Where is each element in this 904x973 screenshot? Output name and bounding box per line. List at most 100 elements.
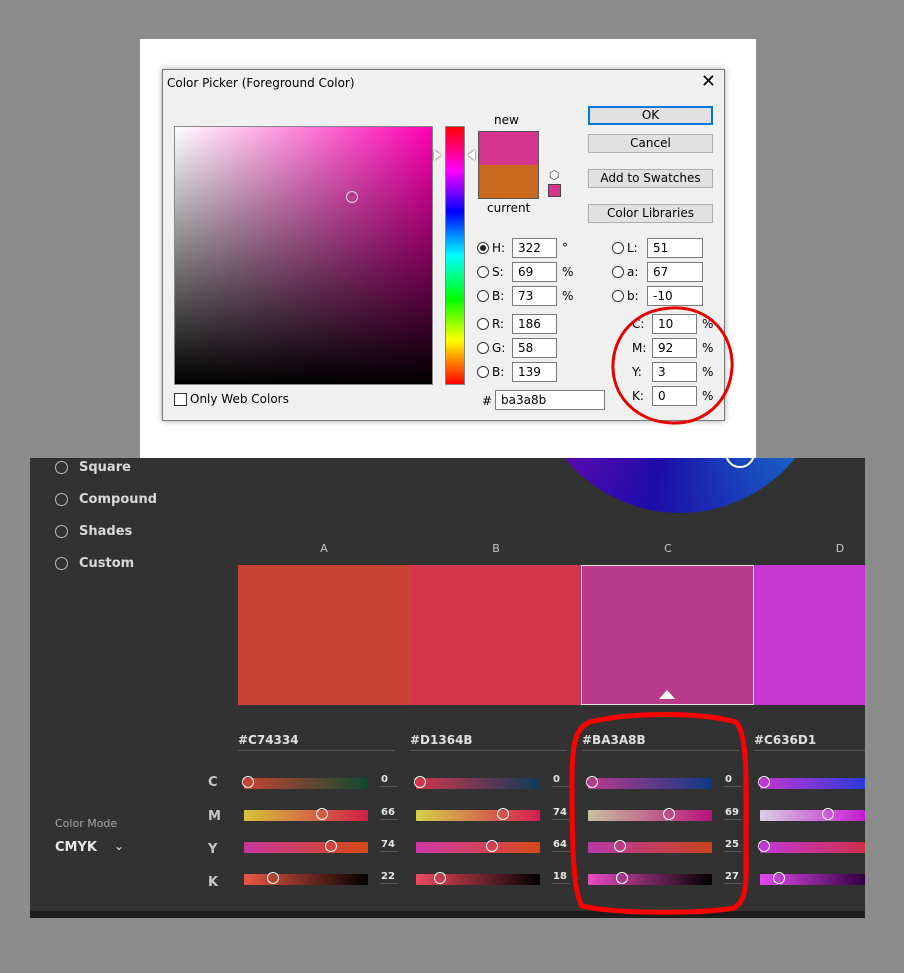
close-icon[interactable]: ✕: [701, 72, 716, 92]
slider-b-y-knob[interactable]: [485, 840, 498, 852]
a-channel-label: a:: [627, 265, 639, 279]
column-label-a: A: [320, 542, 328, 555]
slider-b-y[interactable]: [416, 840, 540, 853]
slider-d-k-knob[interactable]: [772, 872, 785, 884]
hue-input[interactable]: [512, 238, 557, 258]
slider-b-m[interactable]: [416, 808, 540, 821]
cyan-input[interactable]: [652, 314, 697, 334]
color-wheel[interactable]: [530, 458, 830, 513]
slider-d-m[interactable]: [760, 808, 865, 821]
brightness-radio[interactable]: [477, 290, 489, 302]
only-web-colors-checkbox[interactable]: [174, 393, 187, 406]
b-channel-input[interactable]: [647, 286, 703, 306]
slider-a-k[interactable]: [244, 872, 368, 885]
hex-d[interactable]: #C636D1: [754, 733, 816, 747]
a-channel-input[interactable]: [647, 262, 703, 282]
red-radio[interactable]: [477, 318, 489, 330]
slider-a-y[interactable]: [244, 840, 368, 853]
slider-c-k-knob[interactable]: [616, 872, 629, 884]
slider-d-m-knob[interactable]: [822, 808, 835, 820]
rule-custom-radio[interactable]: [55, 557, 68, 570]
hex-c[interactable]: #BA3A8B: [582, 733, 646, 747]
b-channel-radio[interactable]: [612, 290, 624, 302]
yellow-label: Y:: [632, 365, 642, 379]
add-to-swatches-button[interactable]: Add to Swatches: [588, 169, 713, 188]
cyan-unit: %: [702, 317, 714, 331]
slider-c-y[interactable]: [588, 840, 712, 853]
cube-icon[interactable]: ⬡: [549, 168, 559, 182]
slider-b-c[interactable]: [414, 776, 540, 789]
lightness-label: L:: [627, 241, 638, 255]
swatch-c[interactable]: [581, 565, 754, 705]
slider-a-c[interactable]: [242, 776, 368, 789]
slider-b-c-knob[interactable]: [414, 776, 426, 788]
cancel-button[interactable]: Cancel: [588, 134, 713, 153]
slider-a-m[interactable]: [244, 808, 368, 821]
slider-a-k-knob[interactable]: [266, 872, 279, 884]
hue-radio[interactable]: [477, 242, 489, 254]
rule-shades-radio[interactable]: [55, 525, 68, 538]
blue-input[interactable]: [512, 362, 557, 382]
swatch-b[interactable]: [410, 565, 582, 705]
slider-b-k-knob[interactable]: [434, 872, 447, 884]
hex-b[interactable]: #D1364B: [410, 733, 473, 747]
hue-slider-right-arrow-icon[interactable]: [468, 150, 475, 160]
slider-d-k[interactable]: [760, 872, 865, 885]
hex-a[interactable]: #C74334: [238, 733, 299, 747]
brightness-input[interactable]: [512, 286, 557, 306]
current-color-swatch[interactable]: [479, 165, 538, 198]
slider-d-c[interactable]: [758, 776, 865, 789]
black-label: K:: [632, 389, 644, 403]
black-input[interactable]: [652, 386, 697, 406]
hex-input[interactable]: [495, 390, 605, 410]
slider-a-c-knob[interactable]: [242, 776, 254, 788]
swatch-a[interactable]: [238, 565, 410, 705]
slider-c-c[interactable]: [586, 776, 712, 789]
lightness-radio[interactable]: [612, 242, 624, 254]
a-channel-radio[interactable]: [612, 266, 624, 278]
slider-c-c-knob[interactable]: [586, 776, 598, 788]
lightness-input[interactable]: [647, 238, 703, 258]
swatch-d[interactable]: [754, 565, 865, 705]
chevron-down-icon[interactable]: ⌄: [114, 839, 124, 853]
column-label-d: D: [835, 542, 845, 555]
saturation-input[interactable]: [512, 262, 557, 282]
slider-c-m-knob[interactable]: [663, 808, 676, 820]
value-underline: [724, 851, 742, 852]
blue-radio[interactable]: [477, 366, 489, 378]
ok-button[interactable]: OK: [588, 106, 713, 125]
rule-compound-label: Compound: [79, 492, 158, 507]
slider-c-k[interactable]: [588, 872, 712, 885]
rule-square[interactable]: Square: [55, 460, 131, 475]
slider-d-y[interactable]: [758, 840, 865, 853]
slider-c-m[interactable]: [588, 808, 712, 821]
rule-shades[interactable]: Shades: [55, 524, 132, 539]
web-safe-swatch[interactable]: [548, 184, 561, 197]
rule-custom[interactable]: Custom: [55, 556, 134, 571]
slider-d-c-knob[interactable]: [758, 776, 770, 788]
slider-b-k[interactable]: [416, 872, 540, 885]
slider-c-y-knob[interactable]: [614, 840, 626, 852]
red-input[interactable]: [512, 314, 557, 334]
brightness-label: B:: [492, 289, 505, 303]
yellow-input[interactable]: [652, 362, 697, 382]
hue-slider[interactable]: [445, 126, 465, 385]
slider-a-m-knob[interactable]: [315, 808, 328, 820]
channel-label-m: M: [208, 809, 221, 824]
rule-compound[interactable]: Compound: [55, 492, 157, 507]
slider-b-m-knob[interactable]: [496, 808, 509, 820]
color-mode-dropdown[interactable]: CMYK: [55, 840, 97, 855]
magenta-input[interactable]: [652, 338, 697, 358]
green-radio[interactable]: [477, 342, 489, 354]
color-field[interactable]: [174, 126, 433, 385]
color-field-cursor[interactable]: [346, 191, 358, 203]
cyan-label: C:: [632, 317, 645, 331]
saturation-radio[interactable]: [477, 266, 489, 278]
color-libraries-button[interactable]: Color Libraries: [588, 204, 713, 223]
slider-a-y-knob[interactable]: [324, 840, 337, 852]
hue-slider-left-arrow-icon[interactable]: [434, 150, 441, 160]
rule-square-radio[interactable]: [55, 461, 68, 474]
rule-compound-radio[interactable]: [55, 493, 68, 506]
green-input[interactable]: [512, 338, 557, 358]
slider-d-y-knob[interactable]: [758, 840, 770, 852]
